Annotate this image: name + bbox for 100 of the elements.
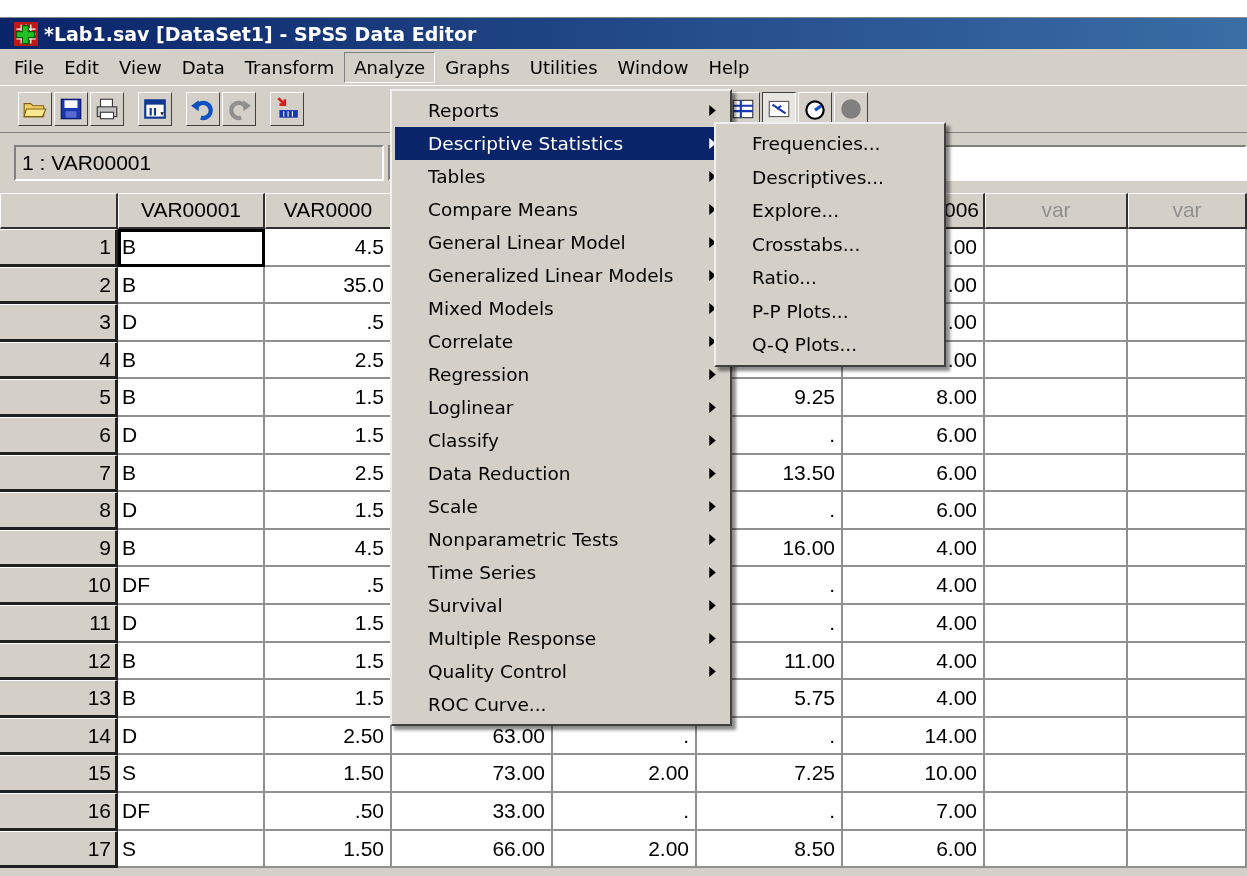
table-cell[interactable] bbox=[985, 229, 1128, 267]
table-cell[interactable] bbox=[1128, 567, 1247, 605]
table-cell[interactable]: B bbox=[118, 454, 265, 493]
table-cell[interactable] bbox=[985, 341, 1128, 380]
table-cell[interactable] bbox=[1128, 680, 1247, 718]
table-cell[interactable]: 4.00 bbox=[843, 529, 985, 568]
row-header[interactable]: 12 bbox=[0, 642, 118, 681]
table-cell[interactable] bbox=[1128, 529, 1247, 568]
table-cell[interactable] bbox=[1128, 341, 1247, 380]
table-cell[interactable]: DF bbox=[118, 567, 265, 605]
menu-item[interactable]: Window bbox=[607, 51, 699, 83]
table-cell[interactable]: B bbox=[118, 266, 265, 305]
table-cell[interactable] bbox=[985, 379, 1128, 417]
menu-item[interactable]: File bbox=[4, 51, 55, 83]
table-cell[interactable]: 35.0 bbox=[265, 266, 392, 305]
table-cell[interactable]: 4.5 bbox=[265, 229, 392, 267]
table-cell[interactable]: 10.00 bbox=[843, 755, 985, 793]
menu-item[interactable]: Utilities bbox=[519, 51, 608, 83]
table-cell[interactable]: 4.00 bbox=[843, 604, 985, 643]
table-cell[interactable]: 1.5 bbox=[265, 642, 392, 681]
table-cell[interactable] bbox=[985, 304, 1128, 342]
table-cell[interactable]: 33.00 bbox=[392, 792, 553, 831]
table-cell[interactable]: B bbox=[118, 379, 265, 417]
row-header[interactable]: 15 bbox=[0, 755, 118, 793]
table-cell[interactable] bbox=[985, 604, 1128, 643]
table-cell[interactable] bbox=[985, 454, 1128, 493]
table-cell[interactable] bbox=[1128, 379, 1247, 417]
table-cell[interactable]: 1.50 bbox=[265, 755, 392, 793]
table-cell[interactable]: B bbox=[118, 529, 265, 568]
table-cell[interactable]: 8.50 bbox=[697, 830, 843, 869]
table-cell[interactable]: 6.00 bbox=[843, 416, 985, 455]
table-cell[interactable]: 1.5 bbox=[265, 604, 392, 643]
table-cell[interactable]: 73.00 bbox=[392, 755, 553, 793]
column-header[interactable]: VAR00001 bbox=[118, 193, 265, 229]
row-header[interactable]: 5 bbox=[0, 379, 118, 417]
table-cell[interactable] bbox=[1128, 416, 1247, 455]
table-cell[interactable] bbox=[1128, 304, 1247, 342]
table-cell[interactable]: B bbox=[118, 229, 265, 267]
table-cell[interactable]: B bbox=[118, 680, 265, 718]
table-cell[interactable] bbox=[1128, 830, 1247, 869]
menu-item[interactable]: Reports bbox=[395, 94, 727, 127]
column-header[interactable]: VAR0000 bbox=[265, 193, 392, 229]
table-cell[interactable] bbox=[1128, 755, 1247, 793]
table-cell[interactable] bbox=[1128, 604, 1247, 643]
table-cell[interactable] bbox=[985, 642, 1128, 681]
table-cell[interactable]: D bbox=[118, 492, 265, 530]
table-cell[interactable] bbox=[985, 830, 1128, 869]
table-cell[interactable]: 6.00 bbox=[843, 492, 985, 530]
table-cell[interactable]: 1.5 bbox=[265, 492, 392, 530]
table-cell[interactable]: 4.00 bbox=[843, 680, 985, 718]
row-header[interactable]: 11 bbox=[0, 604, 118, 643]
row-header[interactable]: 16 bbox=[0, 792, 118, 831]
table-cell[interactable]: 1.5 bbox=[265, 379, 392, 417]
table-cell[interactable]: S bbox=[118, 755, 265, 793]
table-cell[interactable]: . bbox=[553, 792, 697, 831]
table-cell[interactable] bbox=[985, 717, 1128, 756]
table-cell[interactable]: 2.00 bbox=[553, 755, 697, 793]
table-cell[interactable]: 1.5 bbox=[265, 680, 392, 718]
table-cell[interactable]: 2.00 bbox=[553, 830, 697, 869]
cell-reference-field[interactable]: 1 : VAR00001 bbox=[14, 145, 384, 181]
menu-item[interactable]: Graphs bbox=[435, 51, 520, 83]
row-header[interactable]: 4 bbox=[0, 341, 118, 380]
menu-item[interactable]: Data bbox=[171, 51, 235, 83]
table-cell[interactable]: 7.00 bbox=[843, 792, 985, 831]
table-cell[interactable]: B bbox=[118, 642, 265, 681]
row-header[interactable]: 14 bbox=[0, 717, 118, 756]
table-cell[interactable]: 6.00 bbox=[843, 830, 985, 869]
table-cell[interactable]: DF bbox=[118, 792, 265, 831]
corner-header[interactable] bbox=[0, 193, 118, 229]
row-header[interactable]: 10 bbox=[0, 567, 118, 605]
table-cell[interactable]: .5 bbox=[265, 567, 392, 605]
table-cell[interactable]: 4.00 bbox=[843, 567, 985, 605]
table-cell[interactable]: 2.5 bbox=[265, 341, 392, 380]
table-cell[interactable]: D bbox=[118, 604, 265, 643]
menu-item[interactable]: Transform bbox=[234, 51, 345, 83]
table-cell[interactable]: 66.00 bbox=[392, 830, 553, 869]
table-cell[interactable]: 6.00 bbox=[843, 454, 985, 493]
table-cell[interactable] bbox=[1128, 492, 1247, 530]
row-header[interactable]: 2 bbox=[0, 266, 118, 305]
table-cell[interactable]: D bbox=[118, 416, 265, 455]
table-cell[interactable]: 7.25 bbox=[697, 755, 843, 793]
table-cell[interactable] bbox=[985, 529, 1128, 568]
table-cell[interactable]: 1.5 bbox=[265, 416, 392, 455]
table-cell[interactable] bbox=[985, 266, 1128, 305]
table-cell[interactable]: S bbox=[118, 830, 265, 869]
menu-item[interactable]: Analyze bbox=[344, 51, 436, 83]
row-header[interactable]: 6 bbox=[0, 416, 118, 455]
table-cell[interactable]: 4.5 bbox=[265, 529, 392, 568]
table-cell[interactable] bbox=[1128, 266, 1247, 305]
table-cell[interactable] bbox=[1128, 642, 1247, 681]
table-cell[interactable] bbox=[985, 492, 1128, 530]
table-cell[interactable]: .50 bbox=[265, 792, 392, 831]
row-header[interactable]: 1 bbox=[0, 229, 118, 267]
table-cell[interactable] bbox=[1128, 454, 1247, 493]
table-cell[interactable]: D bbox=[118, 717, 265, 756]
row-header[interactable]: 9 bbox=[0, 529, 118, 568]
menu-item[interactable]: Help bbox=[698, 51, 760, 83]
table-cell[interactable] bbox=[1128, 717, 1247, 756]
table-cell[interactable] bbox=[1128, 792, 1247, 831]
table-cell[interactable]: . bbox=[697, 792, 843, 831]
